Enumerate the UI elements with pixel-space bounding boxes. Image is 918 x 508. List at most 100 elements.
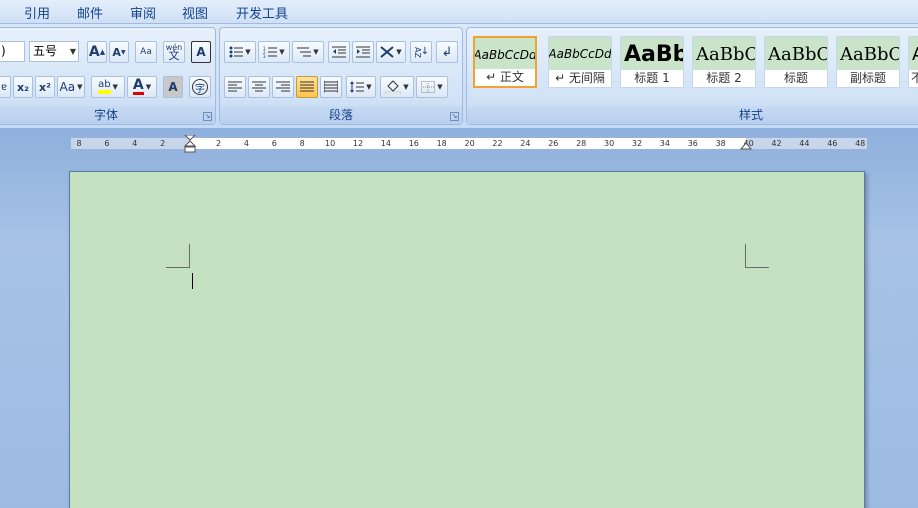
highlight-icon: ab	[98, 80, 111, 94]
ruler-tick-label: 26	[548, 139, 559, 148]
clear-format-button[interactable]: Aa	[135, 41, 157, 63]
font-group: ) 五号 ▼ A ▲ A ▼ Aa wén 文 A ɐ x₂ x² Aa ▼ ab ▼ A ▼…	[0, 27, 216, 125]
ruler-tick-label: 2	[160, 139, 166, 148]
superscript-button[interactable]: x²	[35, 76, 55, 98]
sort-icon: AZ	[412, 46, 422, 58]
ruler-tick-label: 36	[687, 139, 698, 148]
shading-button[interactable]: ▼	[380, 76, 414, 98]
style-name: 标题	[765, 70, 827, 87]
menu-mailings[interactable]: 邮件	[77, 3, 103, 22]
ruler-tick-label: 46	[827, 139, 838, 148]
ruler-tick-label: 6	[271, 139, 277, 148]
bullets-icon	[229, 46, 244, 58]
menu-developer[interactable]: 开发工具	[236, 3, 288, 22]
menu-review[interactable]: 审阅	[130, 3, 156, 22]
ruler-tick-label: 6	[104, 139, 110, 148]
distributed-icon	[324, 81, 338, 93]
decrease-indent-icon	[332, 46, 346, 58]
change-case-icon: Aa	[59, 80, 76, 94]
grow-font-button[interactable]: A ▲	[87, 41, 107, 63]
numbering-button[interactable]: 1 2 3 ▼	[258, 41, 290, 63]
line-spacing-button[interactable]: ▼	[346, 76, 376, 98]
bullets-button[interactable]: ▼	[224, 41, 256, 63]
style-name: 不	[909, 70, 918, 87]
increase-indent-button[interactable]	[352, 41, 374, 63]
show-marks-button[interactable]: ↲	[436, 41, 458, 63]
ruler-tick-label: 16	[408, 139, 419, 148]
font-size-combo[interactable]: 五号 ▼	[29, 41, 79, 62]
ruler-tick-label: 32	[631, 139, 643, 148]
borders-button[interactable]: ▼	[416, 76, 448, 98]
ruler-tick-label: 8	[76, 139, 82, 148]
ruler-tick-label: 8	[299, 139, 305, 148]
ruler-tick-label: 2	[215, 139, 222, 148]
style-preview: AaBbC	[837, 37, 899, 71]
char-shading-button[interactable]: A	[163, 76, 183, 98]
style-heading-1[interactable]: AaBb 标题 1	[620, 36, 684, 88]
paragraph-group: ▼ 1 2 3 ▼ ▼ ▼ AZ ↓ ↲ ▼ ▼ ▼ 段落 ↘	[219, 27, 463, 125]
align-right-icon	[276, 81, 290, 92]
font-dialog-launcher[interactable]: ↘	[203, 112, 212, 121]
grow-font-icon: A	[88, 44, 100, 60]
horizontal-ruler[interactable]: 8 6 4 2 2 4 6 8 10 12 14 16 18 20 22 24 26 28 30 32 34 36 38 40…	[70, 135, 867, 153]
style-name: ↵ 无间隔	[549, 70, 611, 87]
indent-marker-icon[interactable]	[184, 135, 196, 155]
right-indent-marker-icon[interactable]	[740, 142, 752, 150]
style-more[interactable]: A 不	[908, 36, 918, 88]
strikethrough-button[interactable]: ɐ	[0, 76, 11, 98]
highlight-button[interactable]: ab ▼	[91, 76, 125, 98]
multilevel-list-button[interactable]: ▼	[292, 41, 324, 63]
change-case-button[interactable]: Aa ▼	[57, 76, 85, 98]
menu-references[interactable]: 引用	[24, 3, 50, 22]
style-name: 标题 2	[693, 70, 755, 87]
enclose-char-button[interactable]: 字	[189, 76, 211, 98]
ruler-left-margin	[71, 138, 190, 149]
ruler-tick-label: 20	[464, 139, 475, 148]
style-name: ↵ 正文	[475, 69, 535, 86]
distributed-button[interactable]	[320, 76, 342, 98]
subscript-button[interactable]: x₂	[13, 76, 33, 98]
paint-bucket-icon	[385, 80, 402, 94]
style-no-spacing[interactable]: AaBbCcDd ↵ 无间隔	[548, 36, 612, 88]
clear-format-icon: Aa	[140, 47, 152, 57]
paragraph-dialog-launcher[interactable]: ↘	[450, 112, 459, 121]
style-preview: AaBbCcDd	[475, 38, 535, 72]
align-left-button[interactable]	[224, 76, 246, 98]
increase-indent-icon	[356, 46, 370, 58]
menu-view[interactable]: 视图	[182, 3, 208, 22]
document-page[interactable]	[69, 171, 865, 508]
font-size-value: 五号	[33, 44, 58, 58]
style-title[interactable]: AaBbC 标题	[764, 36, 828, 88]
sort-button[interactable]: AZ ↓	[410, 41, 432, 63]
font-name-combo[interactable]: )	[0, 41, 25, 62]
style-preview: AaBbC	[693, 37, 755, 71]
shrink-font-button[interactable]: A ▼	[109, 41, 129, 63]
phonetic-guide-button[interactable]: wén 文	[163, 41, 185, 63]
chinese-layout-icon	[380, 46, 394, 58]
text-cursor	[192, 273, 193, 289]
ruler-tick-label: 44	[799, 139, 810, 148]
align-center-button[interactable]	[248, 76, 270, 98]
chinese-layout-button[interactable]: ▼	[376, 41, 406, 63]
numbering-icon: 123	[263, 46, 278, 58]
decrease-indent-button[interactable]	[328, 41, 350, 63]
style-subtitle[interactable]: AaBbC 副标题	[836, 36, 900, 88]
style-normal[interactable]: AaBbCcDd ↵ 正文	[473, 36, 537, 88]
char-border-button[interactable]: A	[191, 41, 211, 63]
borders-icon	[421, 81, 436, 93]
style-heading-2[interactable]: AaBbC 标题 2	[692, 36, 756, 88]
enclose-char-icon: 字	[192, 79, 208, 95]
align-left-icon	[228, 81, 242, 92]
ruler-tick-label: 34	[659, 139, 670, 148]
subscript-icon: x₂	[17, 80, 29, 94]
margin-corner-top-right	[745, 244, 769, 268]
ruler-tick-label: 4	[132, 139, 138, 148]
font-color-button[interactable]: A ▼	[127, 76, 157, 98]
superscript-icon: x²	[39, 80, 51, 94]
font-color-icon: A	[132, 77, 144, 95]
ribbon: ) 五号 ▼ A ▲ A ▼ Aa wén 文 A ɐ x₂ x² Aa ▼ ab ▼ A ▼…	[0, 24, 918, 128]
justify-button[interactable]	[296, 76, 318, 98]
align-right-button[interactable]	[272, 76, 294, 98]
shrink-font-icon: A	[112, 45, 121, 59]
svg-text:3: 3	[263, 54, 266, 58]
